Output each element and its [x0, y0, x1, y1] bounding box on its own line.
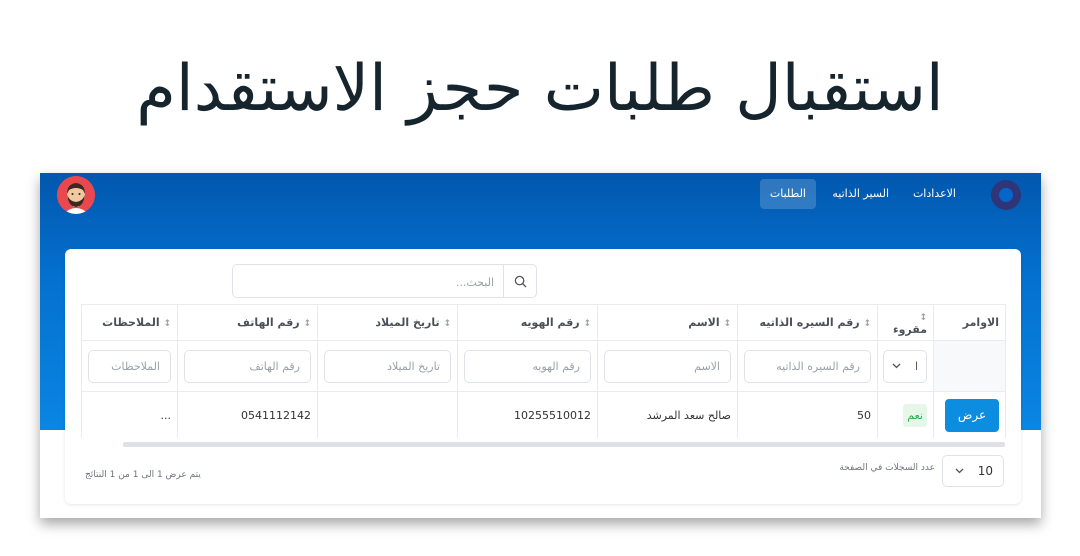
col-header-read[interactable]: ↕ مقروء	[877, 304, 934, 341]
nav-item-cvs[interactable]: السير الذاتيه	[822, 179, 899, 209]
search-button[interactable]	[503, 265, 536, 297]
col-header-birth-date[interactable]: ↕ تاريخ الميلاد	[317, 304, 458, 341]
sort-icon: ↕	[723, 319, 731, 329]
header-row: الاوامر ↕ مقروء ↕ رقم السيره الذاتيه ↕ ا…	[81, 304, 1006, 341]
read-filter-value: ا	[914, 359, 918, 373]
sort-icon: ↕	[303, 319, 311, 329]
filter-birth-date[interactable]	[324, 349, 451, 383]
requests-table: الاوامر ↕ مقروء ↕ رقم السيره الذاتيه ↕ ا…	[81, 304, 1006, 438]
cell-phone: 0541112142	[177, 391, 318, 438]
nav-item-requests[interactable]: الطلبات	[759, 179, 816, 209]
app-window: الاعدادات السير الذاتيه الطلبات البحث...…	[40, 173, 1041, 518]
col-header-phone[interactable]: ↕ رقم الهاتف	[177, 304, 318, 341]
results-summary: يتم عرض 1 الى 1 من 1 النتائج	[85, 470, 201, 480]
col-header-actions: الاوامر	[933, 304, 1006, 341]
cell-actions: عرض	[933, 391, 1006, 438]
filter-id-number[interactable]	[464, 349, 591, 383]
col-header-name[interactable]: ↕ الاسم	[597, 304, 738, 341]
filter-notes[interactable]	[88, 349, 171, 383]
filter-cell-read: ا	[877, 340, 934, 392]
filter-row: ا	[81, 340, 1006, 392]
col-header-id-number[interactable]: ↕ رقم الهويه	[457, 304, 598, 341]
cell-notes: ...	[81, 391, 178, 438]
page-size-select[interactable]: 10	[942, 455, 1004, 487]
search-box	[232, 264, 537, 299]
col-header-notes[interactable]: ↕ الملاحظات	[81, 304, 178, 341]
cell-cv-number: 50	[737, 391, 878, 438]
horizontal-scrollbar[interactable]	[123, 442, 1005, 447]
search-icon	[514, 275, 527, 288]
read-badge: نعم	[903, 403, 927, 427]
requests-card: الاوامر ↕ مقروء ↕ رقم السيره الذاتيه ↕ ا…	[65, 249, 1021, 504]
cell-birth-date	[317, 391, 458, 438]
cell-id-number: 10255510012	[457, 391, 598, 438]
sort-icon: ↕	[163, 319, 171, 329]
navbar: الاعدادات السير الذاتيه الطلبات	[40, 173, 1041, 223]
logo-icon[interactable]	[991, 180, 1021, 210]
table-row: عرض نعم 50 صالح سعد المرشد 10255510012 0…	[81, 391, 1006, 438]
sort-icon: ↕	[863, 319, 871, 329]
nav-item-settings[interactable]: الاعدادات	[903, 179, 966, 209]
page-title: استقبال طلبات حجز الاستقدام	[136, 52, 944, 126]
filter-name[interactable]	[604, 349, 731, 383]
sort-icon: ↕	[443, 319, 451, 329]
filter-cv-number[interactable]	[744, 349, 871, 383]
page-size-label: عدد السجلات في الصفحة	[839, 463, 935, 473]
view-button[interactable]: عرض	[945, 398, 999, 432]
filter-phone[interactable]	[184, 349, 311, 383]
chevron-down-icon	[892, 363, 901, 369]
avatar[interactable]	[57, 176, 95, 214]
read-filter-select[interactable]: ا	[883, 349, 927, 383]
filter-cell-actions	[933, 340, 1006, 392]
col-header-cv-number[interactable]: ↕ رقم السيره الذاتيه	[737, 304, 878, 341]
sort-icon: ↕	[583, 319, 591, 329]
cell-name: صالح سعد المرشد	[597, 391, 738, 438]
cell-read: نعم	[877, 391, 934, 438]
page-size-value: 10	[977, 464, 993, 478]
search-input[interactable]	[242, 265, 496, 299]
chevron-down-icon	[955, 468, 964, 474]
sort-icon: ↕	[919, 312, 927, 323]
